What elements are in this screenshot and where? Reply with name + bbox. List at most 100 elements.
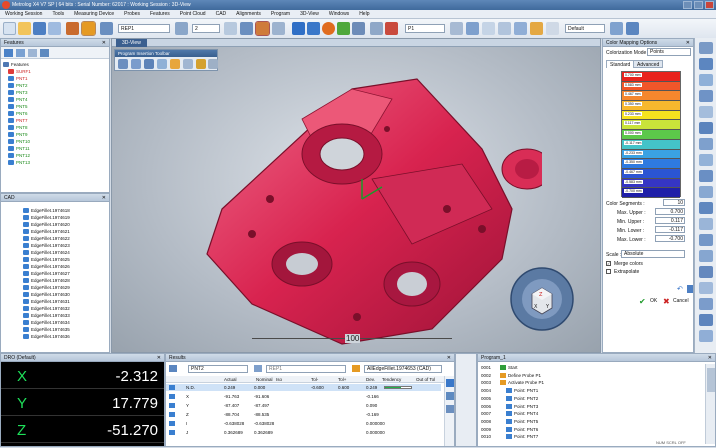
- tree-item-pnt8[interactable]: PNT8: [1, 124, 109, 131]
- cancel-button[interactable]: Cancel: [673, 298, 689, 304]
- tool-construct-icon[interactable]: [699, 282, 713, 294]
- measure-device-icon[interactable]: [66, 22, 79, 35]
- scroll-thumb[interactable]: [707, 368, 715, 392]
- tool-distance-icon[interactable]: [699, 250, 713, 262]
- tool-circle-icon[interactable]: [699, 58, 713, 70]
- cad-item[interactable]: EdgeFillet.1974620: [1, 221, 109, 228]
- step-icon[interactable]: [307, 22, 320, 35]
- results-row[interactable]: X -91.763 -91.606 -0.166: [166, 393, 441, 400]
- cad-item[interactable]: EdgeFillet.1974628: [1, 277, 109, 284]
- tool-icon-d[interactable]: [498, 22, 511, 35]
- program-step[interactable]: 0007 Point: PNT4: [478, 410, 703, 417]
- program-step[interactable]: 0004 Point: PNT1: [478, 387, 703, 394]
- 3d-view[interactable]: 3D-View Program Insertion Toolbar 100 Z …: [111, 38, 601, 353]
- probe-icon[interactable]: [100, 22, 113, 35]
- cad-item[interactable]: EdgeFillet.1974627: [1, 270, 109, 277]
- close-icon[interactable]: ✕: [708, 354, 712, 362]
- frame-icon[interactable]: [175, 22, 188, 35]
- program-step[interactable]: 0006 Point: PNT3: [478, 403, 703, 410]
- tool-point-icon[interactable]: [699, 154, 713, 166]
- tool-angle-icon[interactable]: [699, 266, 713, 278]
- close-icon[interactable]: ✕: [102, 194, 106, 202]
- cad-item[interactable]: EdgeFillet.1974633: [1, 312, 109, 319]
- tab-standard[interactable]: Standard: [606, 60, 635, 68]
- navigation-cube[interactable]: Z X Y: [510, 264, 574, 334]
- tree-item-pnt2[interactable]: PNT2: [1, 82, 109, 89]
- cad-item[interactable]: EdgeFillet.1974625: [1, 256, 109, 263]
- program-step[interactable]: 0001 Start: [478, 364, 703, 371]
- undo-icon[interactable]: ↶: [677, 285, 685, 293]
- merge-colors-checkbox[interactable]: ✓: [606, 261, 611, 266]
- extrapolate-checkbox[interactable]: [606, 269, 611, 274]
- tree-item-pnt9[interactable]: PNT9: [1, 131, 109, 138]
- cad-item[interactable]: EdgeFillet.1974618: [1, 207, 109, 214]
- menu-features[interactable]: Features: [145, 11, 175, 17]
- results-row[interactable]: Z -88.704 -88.535 -0.169: [166, 411, 441, 418]
- program-step[interactable]: 0008 Point: PNT5: [478, 418, 703, 425]
- close-icon[interactable]: ✕: [447, 354, 451, 362]
- probe-active-icon[interactable]: [81, 21, 96, 36]
- results-row[interactable]: J 0.362689 0.362689 0.000000: [166, 429, 441, 436]
- tool-icon-e[interactable]: [514, 22, 527, 35]
- open-folder-icon[interactable]: [18, 22, 31, 35]
- run-icon[interactable]: [337, 22, 350, 35]
- move-icon[interactable]: [144, 59, 154, 69]
- layout-combo[interactable]: Default: [565, 24, 605, 33]
- menu-point-cloud[interactable]: Point Cloud: [175, 11, 211, 17]
- colorization-mode-select[interactable]: Points: [647, 48, 691, 56]
- menu-tools[interactable]: Tools: [47, 11, 69, 17]
- grid-icon[interactable]: [224, 22, 237, 35]
- path-icon[interactable]: [157, 59, 167, 69]
- tree-item-pnt10[interactable]: PNT10: [1, 138, 109, 145]
- close-icon[interactable]: ✕: [102, 39, 106, 47]
- tree-item-pnt1[interactable]: PNT1: [1, 75, 109, 82]
- tool-cylinder-icon[interactable]: [699, 90, 713, 102]
- min-lower-input[interactable]: -0.117: [655, 226, 685, 233]
- part-model[interactable]: [182, 59, 542, 349]
- record-icon[interactable]: [322, 22, 335, 35]
- align-icon[interactable]: [370, 22, 383, 35]
- cad-item[interactable]: EdgeFillet.1974623: [1, 242, 109, 249]
- results-row[interactable]: Y -87.407 -87.497 0.090: [166, 402, 441, 409]
- minimize-button[interactable]: [683, 1, 692, 9]
- ok-button[interactable]: OK: [650, 298, 657, 304]
- edit-icon[interactable]: [446, 392, 454, 400]
- sensor-combo[interactable]: 2: [192, 24, 220, 33]
- filter-icon[interactable]: [16, 49, 25, 57]
- feature-select[interactable]: PNT2: [188, 365, 248, 373]
- tool-cone-icon[interactable]: [699, 106, 713, 118]
- menu-cad[interactable]: CAD: [211, 11, 232, 17]
- cad-item[interactable]: EdgeFillet.1974622: [1, 235, 109, 242]
- print-icon[interactable]: [48, 22, 61, 35]
- cad-item[interactable]: EdgeFillet.1974621: [1, 228, 109, 235]
- probe-change-icon[interactable]: [170, 59, 180, 69]
- tool-slot-icon[interactable]: [699, 138, 713, 150]
- tool-icon-b[interactable]: [466, 22, 479, 35]
- tool-more-icon[interactable]: [699, 330, 713, 342]
- tool-sphere-icon[interactable]: [699, 122, 713, 134]
- flag-icon[interactable]: [385, 22, 398, 35]
- close-icon[interactable]: ✕: [686, 39, 690, 47]
- new-session-icon[interactable]: [3, 22, 16, 35]
- play-icon[interactable]: [292, 22, 305, 35]
- maximize-button[interactable]: [694, 1, 703, 9]
- tool-icon-a[interactable]: [450, 22, 463, 35]
- pause-icon[interactable]: [352, 22, 365, 35]
- tool-icon-c[interactable]: [482, 22, 495, 35]
- tool-gauge-icon[interactable]: [699, 234, 713, 246]
- tool-line-icon[interactable]: [699, 42, 713, 54]
- reference-select[interactable]: REP1: [266, 365, 346, 373]
- tree-item-pnt3[interactable]: PNT3: [1, 89, 109, 96]
- menu-alignments[interactable]: Alignments: [231, 11, 266, 17]
- menu-help[interactable]: Help: [354, 11, 374, 17]
- close-button[interactable]: [705, 1, 714, 9]
- probe-combo[interactable]: REP1: [118, 24, 170, 33]
- cad-item[interactable]: EdgeFillet.1974632: [1, 305, 109, 312]
- close-icon[interactable]: ✕: [157, 354, 161, 362]
- cad-item[interactable]: EdgeFillet.1974634: [1, 319, 109, 326]
- rotate-icon[interactable]: [131, 59, 141, 69]
- menu-measuring-device[interactable]: Measuring Device: [69, 11, 119, 17]
- min-upper-input[interactable]: 0.117: [655, 217, 685, 224]
- pin-icon[interactable]: [446, 379, 454, 387]
- insert-icon[interactable]: [118, 59, 128, 69]
